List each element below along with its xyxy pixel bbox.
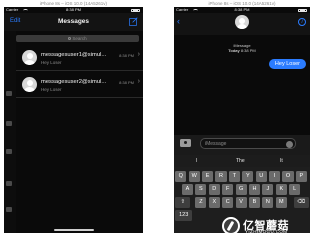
strip-marker: [6, 181, 12, 186]
strip-marker: [6, 91, 12, 96]
conversation-time: 8:38 PM: [119, 80, 134, 85]
compose-icon[interactable]: [129, 17, 138, 26]
key-x[interactable]: X: [208, 197, 220, 208]
info-icon[interactable]: i: [298, 18, 306, 26]
search-icon: [68, 37, 72, 41]
key-y[interactable]: Y: [242, 171, 254, 182]
delete-key[interactable]: ⌫: [293, 197, 309, 208]
apps-drawer-icon[interactable]: [180, 139, 191, 147]
key-s[interactable]: S: [195, 184, 207, 195]
conversation-row[interactable]: messagesuser1@simul... 8:38 PM › Hey Los…: [16, 44, 143, 71]
suggestion-3[interactable]: It: [280, 155, 283, 167]
strip-marker: [6, 149, 12, 154]
key-t[interactable]: T: [228, 171, 240, 182]
sidebar-strip: [4, 31, 16, 233]
home-indicator: [53, 229, 94, 231]
key-b[interactable]: B: [248, 197, 261, 208]
key-w[interactable]: W: [188, 171, 200, 182]
message-input[interactable]: iMessage: [200, 138, 296, 149]
key-r[interactable]: R: [215, 171, 227, 182]
avatar: [22, 50, 37, 65]
compose-bar: iMessage: [174, 135, 310, 155]
predictive-bar: I The It: [174, 155, 310, 167]
key-f[interactable]: F: [222, 184, 234, 195]
message-timestamp: iMessage Today 8:38 PM: [174, 43, 310, 53]
strip-marker: [6, 121, 12, 126]
key-c[interactable]: C: [222, 197, 234, 208]
key-d[interactable]: D: [208, 184, 220, 195]
conversation-preview: Hey Loser: [41, 87, 62, 92]
key-v[interactable]: V: [235, 197, 247, 208]
key-g[interactable]: G: [235, 184, 247, 195]
microphone-icon[interactable]: [286, 141, 293, 148]
day-label: Today: [228, 48, 240, 53]
numbers-key[interactable]: 123: [175, 210, 193, 221]
suggestion-1[interactable]: I: [196, 155, 197, 167]
time-label: 8:38 PM: [240, 48, 256, 53]
key-q[interactable]: Q: [175, 171, 187, 182]
key-m[interactable]: M: [275, 197, 287, 208]
key-l[interactable]: L: [289, 184, 301, 195]
key-z[interactable]: Z: [195, 197, 207, 208]
key-n[interactable]: N: [262, 197, 274, 208]
avatar: [22, 77, 37, 92]
watermark: 亿智蘑菇 YIZHIMOGU.COM: [222, 216, 318, 238]
key-h[interactable]: H: [248, 184, 261, 195]
navigation-bar: Edit Messages: [4, 13, 143, 31]
conversation-preview: Hey Loser: [41, 60, 62, 65]
message-placeholder: iMessage: [205, 141, 227, 147]
conversation-list: messagesuser1@simul... 8:38 PM › Hey Los…: [16, 44, 143, 98]
shift-key[interactable]: ⇧: [175, 197, 191, 208]
chevron-right-icon: ›: [137, 78, 140, 85]
conversation-name: messagesuser1@simul...: [41, 52, 107, 58]
conversation-row[interactable]: messagesuser2@simul... 8:38 PM › Hey Los…: [16, 71, 143, 98]
conversation-name: messagesuser2@simul...: [41, 79, 107, 85]
battery-icon: [298, 8, 307, 12]
watermark-url: YIZHIMOGU.COM: [245, 229, 288, 234]
messages-list-screen: Carrier 8:38 PM Edit Messages Search mes…: [4, 7, 143, 233]
conversation-screen: Carrier 8:38 PM ‹ i iMessage Today 8:38 …: [174, 7, 310, 233]
message-bubble[interactable]: Hey Loser: [268, 59, 306, 69]
chevron-right-icon: ›: [137, 51, 140, 58]
search-placeholder: Search: [72, 36, 87, 41]
key-k[interactable]: K: [275, 184, 287, 195]
key-e[interactable]: E: [202, 171, 214, 182]
watermark-logo-icon: [222, 217, 240, 235]
conversation-header: ‹ i: [174, 13, 310, 35]
battery-icon: [131, 8, 140, 12]
avatar[interactable]: [235, 15, 249, 29]
key-a[interactable]: A: [181, 184, 194, 195]
chevron-left-icon[interactable]: ‹: [177, 17, 180, 26]
key-o[interactable]: O: [282, 171, 294, 182]
search-input[interactable]: Search: [16, 35, 139, 42]
conversation-time: 8:38 PM: [119, 53, 134, 58]
page-title: Messages: [57, 18, 90, 25]
key-u[interactable]: U: [255, 171, 267, 182]
strip-marker: [6, 207, 12, 212]
suggestion-2[interactable]: The: [236, 155, 245, 167]
key-p[interactable]: P: [295, 171, 307, 182]
key-i[interactable]: I: [269, 171, 281, 182]
key-j[interactable]: J: [262, 184, 274, 195]
